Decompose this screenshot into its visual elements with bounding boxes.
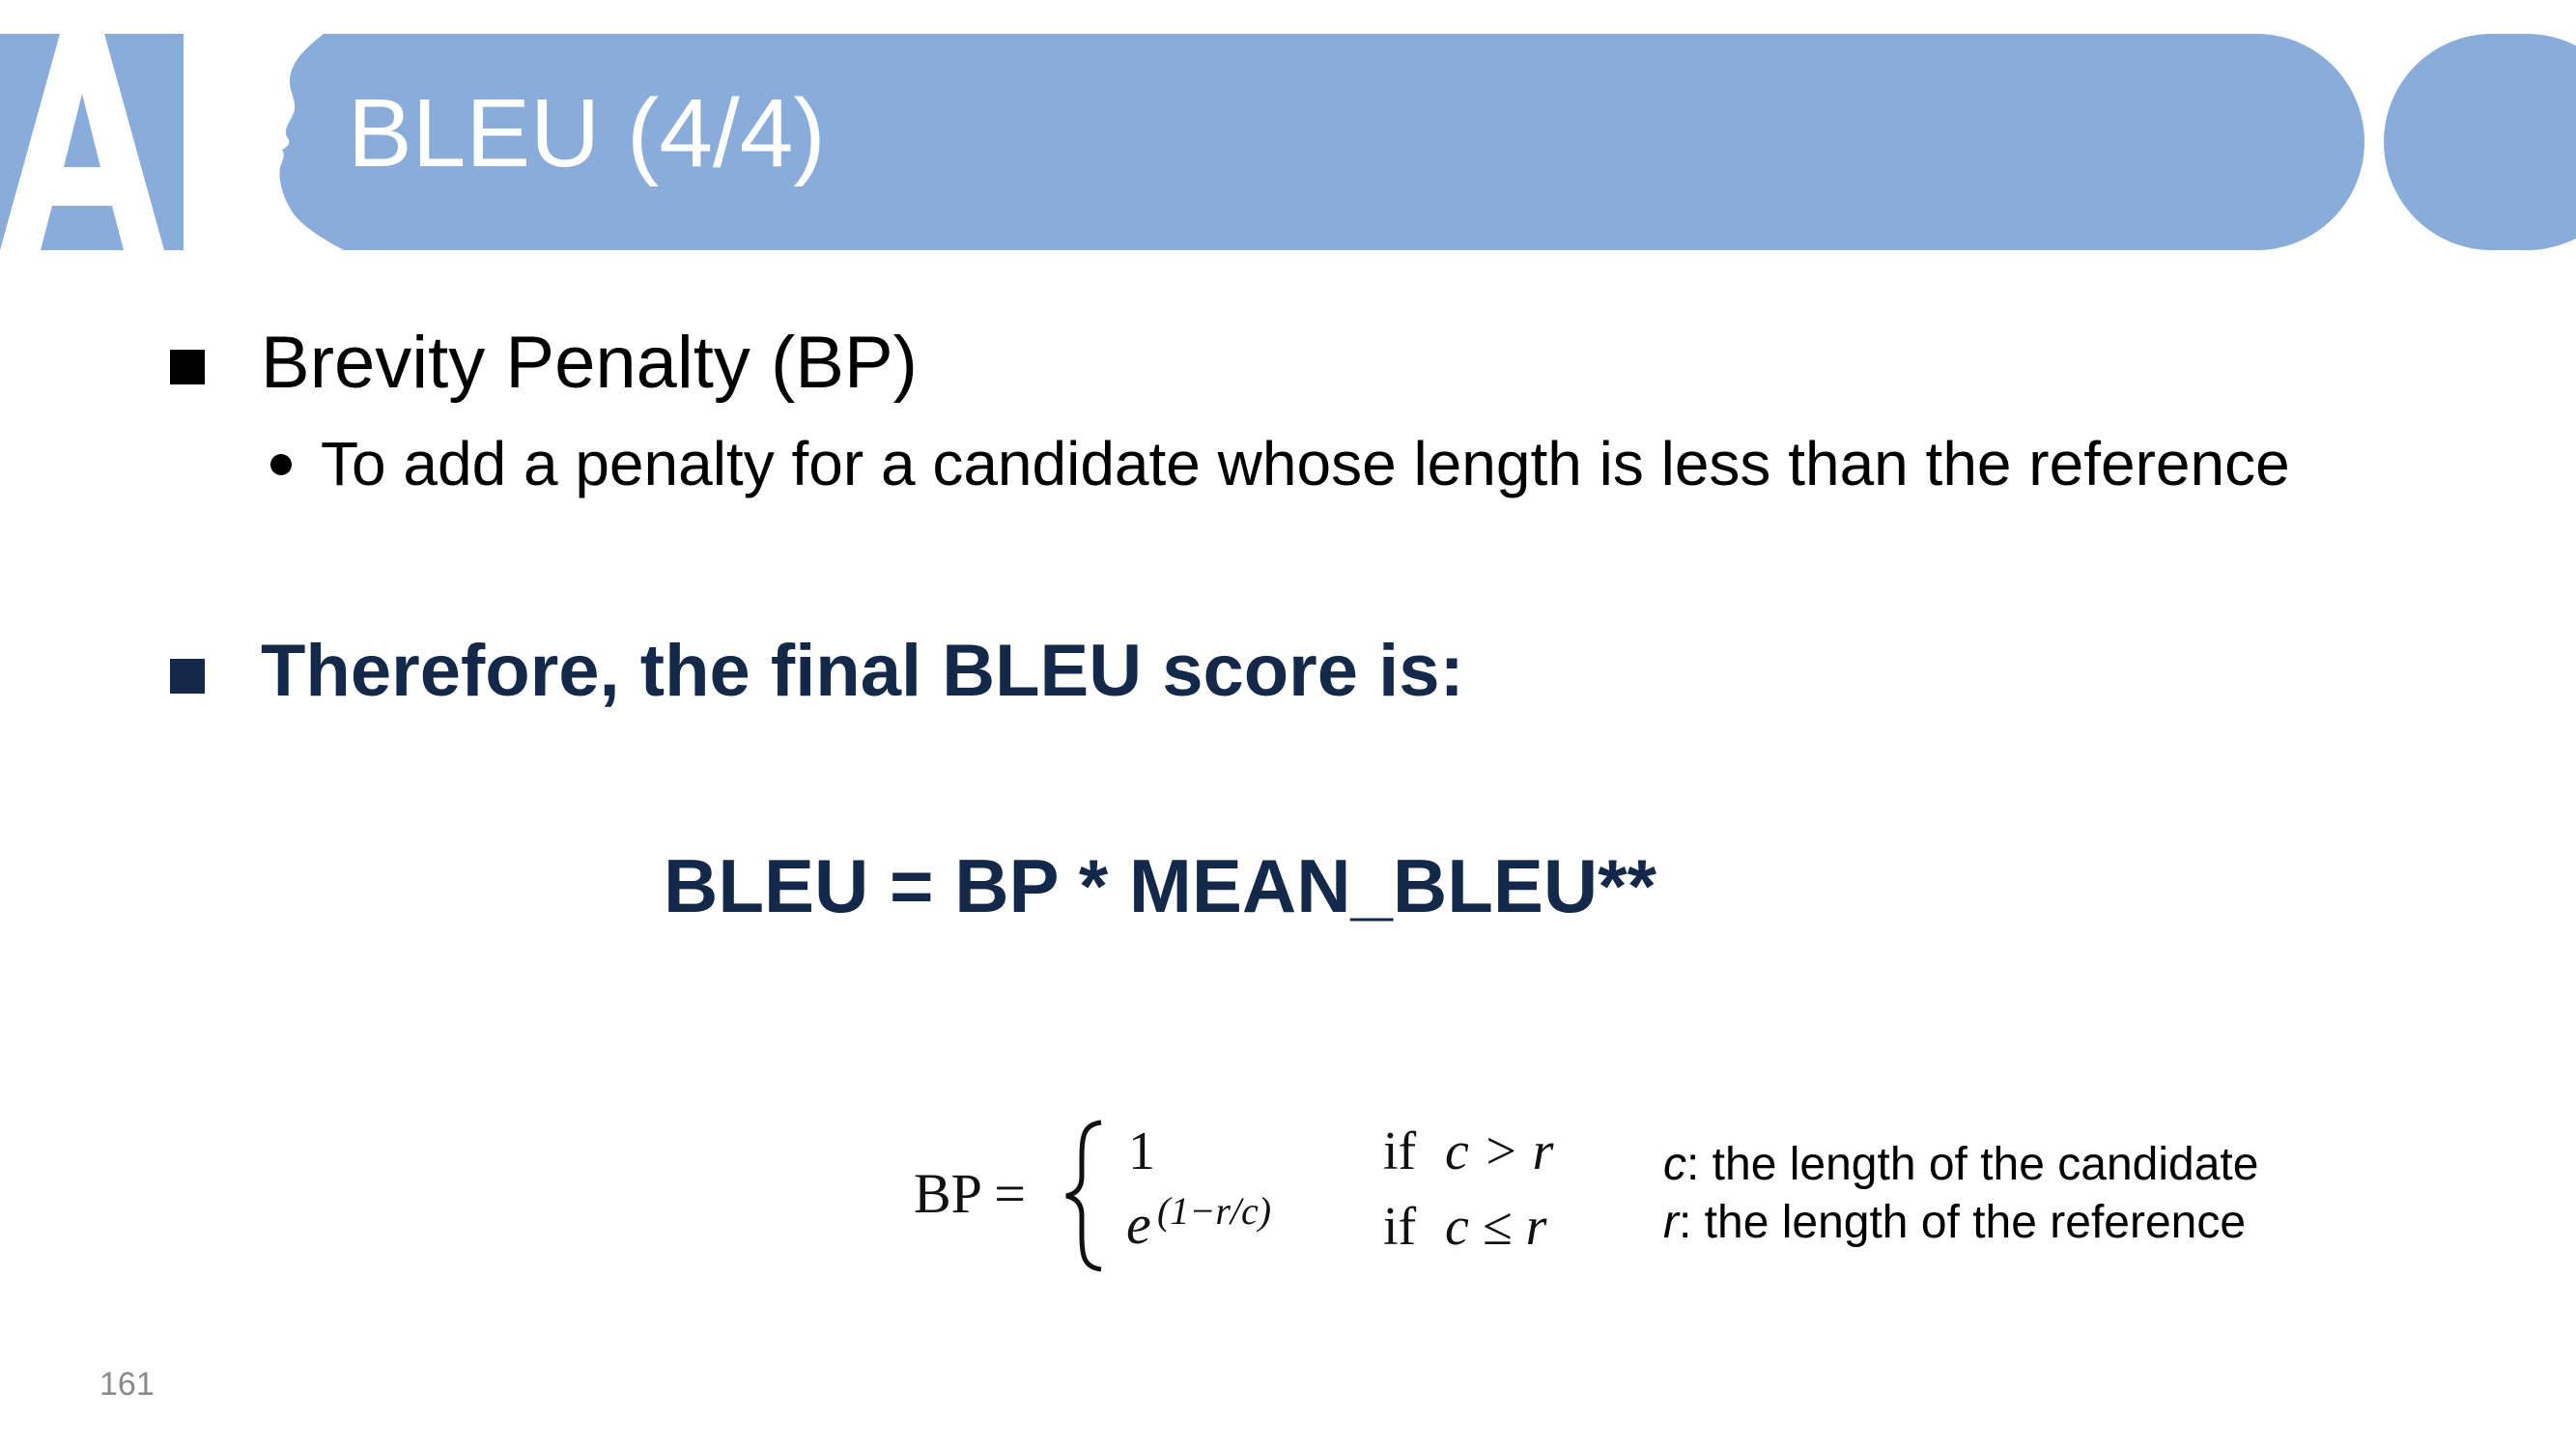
bleu-formula: BLEU = BP * MEAN_BLEU** [664,843,1656,928]
case2-base: e [1126,1193,1151,1256]
square-bullet-icon [170,350,205,384]
round-bullet-icon [270,454,292,475]
note-candidate-length: c: the length of the candidate [1663,1139,2259,1190]
left-brace-icon [1065,1120,1102,1272]
bp-equation: BP = 1 e (1−r/c) if c > r if c ≤ r [908,1111,1603,1275]
case1-condition: c > r [1445,1122,1554,1181]
case2-if: if [1383,1197,1417,1257]
note-reference-length: r: the length of the reference [1663,1197,2247,1248]
case2-exponent: (1−r/c) [1157,1189,1272,1233]
square-bullet-icon [170,659,205,694]
bp-lhs: BP = [914,1162,1026,1225]
case1-if: if [1383,1122,1417,1181]
page-number: 161 [99,1366,155,1403]
bullet-brevity-penalty: Brevity Penalty (BP) [261,322,918,404]
slide-title: BLEU (4/4) [348,79,826,187]
decorative-pill [2384,34,2576,250]
case2-condition: c ≤ r [1445,1197,1547,1257]
sub-bullet-penalty-description: To add a penalty for a candidate whose l… [321,429,2290,498]
ai-logo-icon [0,34,348,250]
bullet-final-score: Therefore, the final BLEU score is: [261,630,1464,712]
case1-value: 1 [1128,1122,1155,1181]
